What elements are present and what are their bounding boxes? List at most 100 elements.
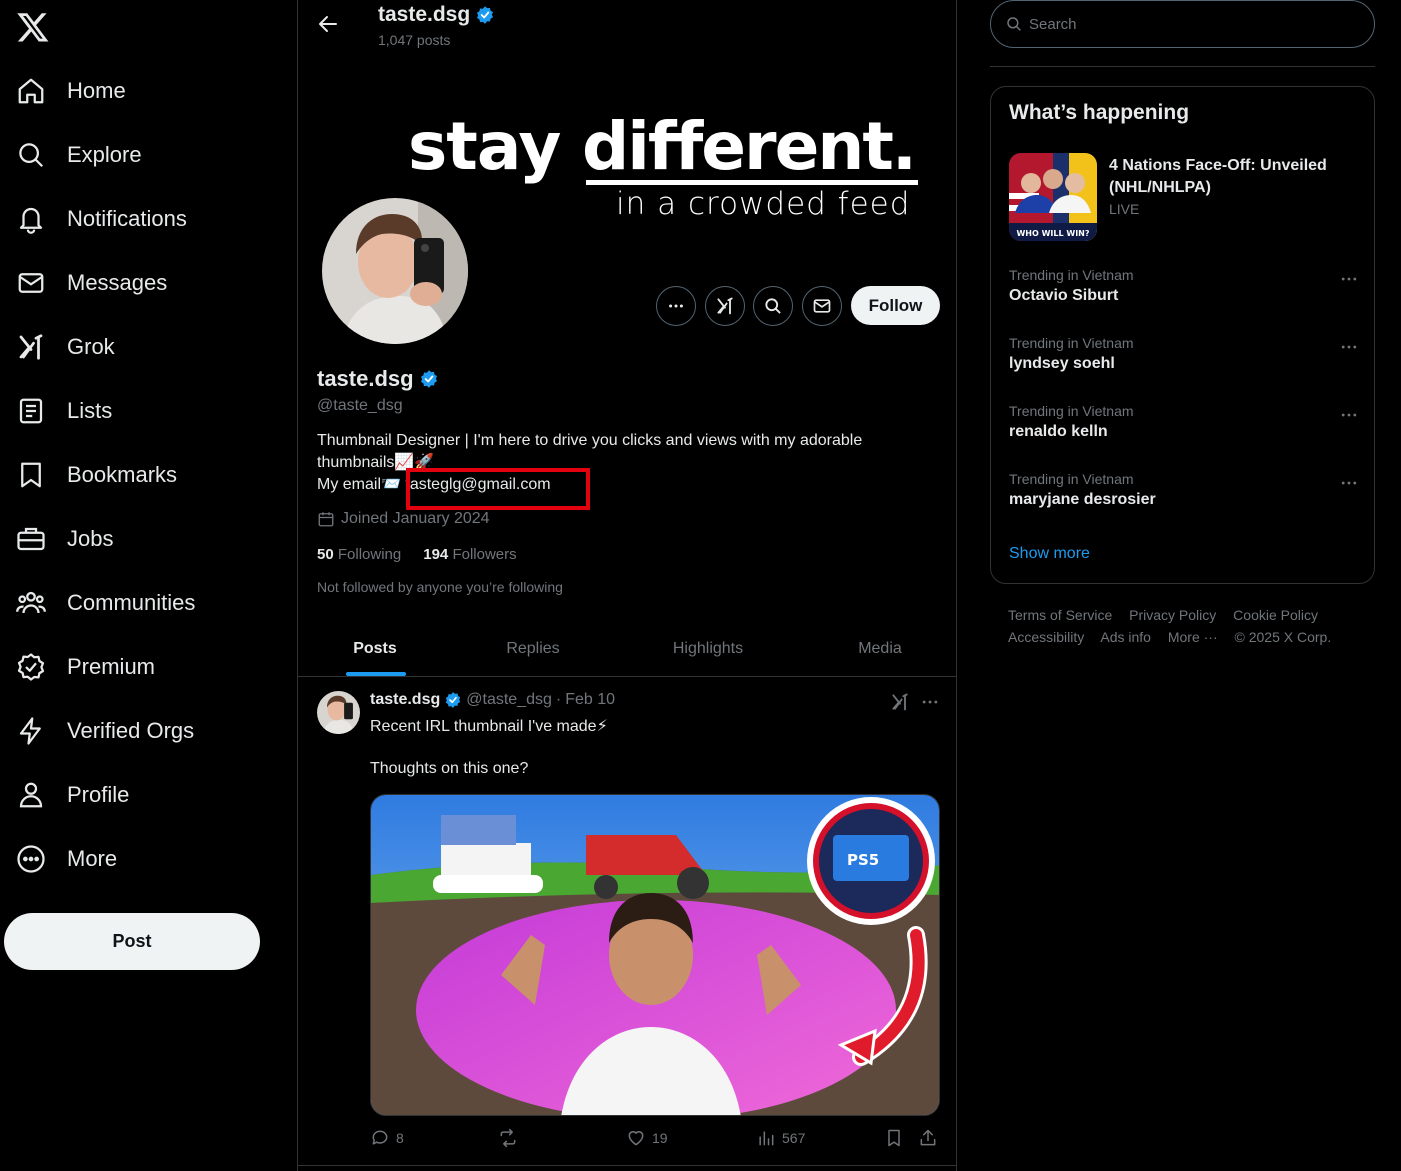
trend-name: lyndsey soehl	[1009, 355, 1115, 372]
footer-accessibility[interactable]: Accessibility	[1008, 629, 1084, 645]
tweet-date[interactable]: Feb 10	[565, 691, 615, 709]
like-button[interactable]: 19	[626, 1128, 668, 1148]
tweet-author-name[interactable]: taste.dsg	[370, 691, 440, 709]
tab-replies[interactable]: Replies	[452, 620, 614, 677]
nav-label: Lists	[67, 398, 113, 423]
nav-label: Home	[67, 78, 126, 103]
event-thumbnail[interactable]: WHO WILL WIN?	[1009, 153, 1097, 241]
post-button[interactable]: Post	[4, 913, 260, 970]
envelope-icon	[18, 273, 44, 293]
trend-name: Octavio Siburt	[1009, 287, 1119, 304]
nav-label: Verified Orgs	[67, 718, 195, 743]
trend-item[interactable]: Trending in Vietnam lyndsey soehl	[1009, 335, 1359, 383]
nav-bookmarks[interactable]: Bookmarks	[16, 451, 177, 499]
more-options-button[interactable]	[656, 286, 696, 326]
tab-posts[interactable]: Posts	[298, 620, 452, 677]
footer-privacy[interactable]: Privacy Policy	[1129, 607, 1216, 623]
tweet-author-handle[interactable]: @taste_dsg	[466, 691, 552, 709]
nav-verified-orgs[interactable]: Verified Orgs	[16, 707, 194, 755]
trend-name: renaldo kelln	[1009, 423, 1108, 440]
nav-notifications[interactable]: Notifications	[16, 195, 187, 243]
views-chart-icon	[759, 1131, 774, 1146]
calendar-icon	[318, 512, 334, 527]
nav-label: Bookmarks	[67, 462, 178, 487]
tweet-media-image[interactable]: PS5	[370, 794, 940, 1116]
trend-name: maryjane desrosier	[1009, 491, 1156, 508]
views-button[interactable]: 567	[756, 1128, 805, 1148]
event-image-caption: WHO WILL WIN?	[1016, 229, 1089, 238]
trend-item[interactable]: Trending in Vietnam Octavio Siburt	[1009, 267, 1359, 315]
ellipsis-icon[interactable]	[920, 692, 940, 712]
search-icon	[19, 143, 44, 168]
nav-profile[interactable]: Profile	[16, 771, 129, 819]
reply-icon	[372, 1130, 388, 1145]
repost-button[interactable]	[498, 1128, 518, 1148]
footer-cookie[interactable]: Cookie Policy	[1233, 607, 1318, 623]
event-title[interactable]: 4 Nations Face-Off: Unveiled (NHL/NHLPA)	[1109, 155, 1359, 199]
grok-icon	[717, 297, 733, 315]
footer-links: Terms of Service Privacy Policy Cookie P…	[1008, 604, 1368, 648]
footer-ads-info[interactable]: Ads info	[1100, 629, 1151, 645]
search-input[interactable]	[1029, 15, 1349, 33]
footer-terms[interactable]: Terms of Service	[1008, 607, 1112, 623]
tweet-text-line: Recent IRL thumbnail I've made⚡	[370, 718, 608, 735]
show-more-link[interactable]: Show more	[1009, 545, 1090, 563]
media-ps5-text: PS5	[847, 851, 879, 869]
share-button[interactable]	[918, 1128, 938, 1148]
banner-word-different: different.	[582, 108, 917, 185]
verified-badge-icon	[420, 370, 437, 388]
nav-jobs[interactable]: Jobs	[16, 515, 113, 563]
followers-link[interactable]: 194 Followers	[423, 546, 516, 563]
profile-avatar[interactable]	[318, 194, 472, 348]
back-arrow-icon[interactable]	[316, 12, 340, 36]
header-name-text: taste.dsg	[378, 3, 471, 26]
share-icon	[920, 1129, 936, 1146]
nav-communities[interactable]: Communities	[16, 579, 195, 627]
bookmark-icon	[888, 1129, 900, 1147]
nav-label: Communities	[67, 590, 196, 615]
joined-text: Joined January 2024	[341, 510, 490, 527]
nav-more[interactable]: More	[16, 835, 117, 883]
ellipsis-icon[interactable]	[1339, 405, 1359, 425]
nav-home[interactable]: Home	[16, 67, 126, 115]
follow-button[interactable]: Follow	[851, 286, 940, 325]
reply-count: 8	[396, 1130, 404, 1146]
tweet-text-line: Thoughts on this one?	[370, 760, 529, 777]
nav-premium[interactable]: Premium	[16, 643, 155, 691]
grok-profile-button[interactable]	[705, 286, 745, 326]
home-icon	[18, 78, 44, 104]
repost-icon	[500, 1128, 516, 1148]
search-profile-button[interactable]	[753, 286, 793, 326]
premium-icon	[17, 653, 45, 681]
ellipsis-icon[interactable]	[1339, 337, 1359, 357]
reply-button[interactable]: 8	[370, 1128, 404, 1148]
nav-label: More	[67, 846, 118, 871]
message-button[interactable]	[802, 286, 842, 326]
tab-media[interactable]: Media	[802, 620, 956, 677]
footer-more[interactable]: More ···	[1168, 629, 1218, 645]
tweet[interactable]: taste.dsg @taste_dsg · Feb 10 Recent IRL…	[298, 678, 956, 1166]
view-count: 567	[782, 1130, 806, 1146]
nav-messages[interactable]: Messages	[16, 259, 167, 307]
nav-lists[interactable]: Lists	[16, 387, 112, 435]
tab-highlights[interactable]: Highlights	[614, 620, 802, 677]
profile-column: taste.dsg 1,047 posts stay different. in…	[297, 0, 957, 1171]
header-post-count: 1,047 posts	[378, 32, 451, 48]
x-logo-icon[interactable]	[16, 10, 50, 44]
nav-label: Grok	[67, 334, 115, 359]
bookmark-button[interactable]	[884, 1128, 904, 1148]
ellipsis-icon[interactable]	[1339, 269, 1359, 289]
search-bar[interactable]	[990, 0, 1375, 48]
nav-explore[interactable]: Explore	[16, 131, 142, 179]
tweet-avatar[interactable]	[317, 691, 360, 734]
trend-item[interactable]: Trending in Vietnam renaldo kelln	[1009, 403, 1359, 451]
person-icon	[19, 782, 43, 808]
right-sidebar: What’s happening WHO WILL WIN? 4 Nations…	[990, 0, 1375, 1171]
profile-tabs: Posts Replies Highlights Media	[298, 620, 956, 677]
following-link[interactable]: 50 Following	[317, 546, 401, 563]
envelope-icon	[813, 299, 831, 313]
nav-grok[interactable]: Grok	[16, 323, 115, 371]
trend-item[interactable]: Trending in Vietnam maryjane desrosier	[1009, 471, 1359, 519]
grok-icon[interactable]	[890, 692, 910, 712]
ellipsis-icon[interactable]	[1339, 473, 1359, 493]
